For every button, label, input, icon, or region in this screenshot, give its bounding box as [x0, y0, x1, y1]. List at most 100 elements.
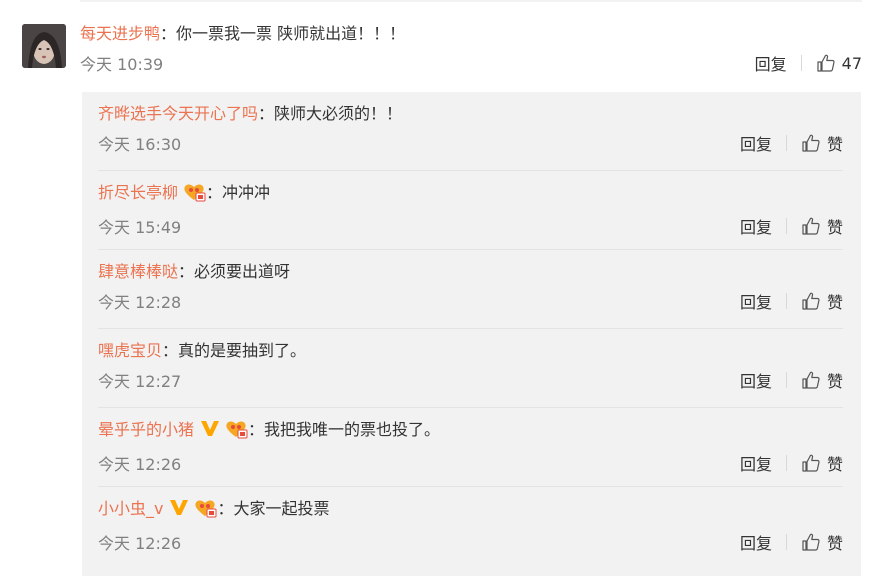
- reply-text: 我把我唯一的票也投了。: [264, 420, 441, 439]
- fan-badge-icon: [224, 419, 248, 448]
- reply-button[interactable]: 回复: [740, 131, 772, 155]
- action-separator: [800, 55, 802, 71]
- like-label: 赞: [826, 534, 843, 553]
- thumbs-up-icon: [802, 454, 820, 472]
- reply-button[interactable]: 回复: [740, 530, 772, 554]
- comment-line: 每天进步鸭：你一票我一票 陕师就出道！！！: [80, 20, 862, 48]
- like-label: 赞: [826, 455, 843, 474]
- action-separator: [785, 218, 787, 234]
- reply-time: 今天 16:30: [98, 135, 182, 154]
- reply-item: 肆意棒棒哒：必须要出道呀 今天 12:28 回复 赞: [98, 258, 843, 316]
- like-label: 赞: [826, 372, 843, 391]
- reply-text: 陕师大必须的！！: [274, 104, 403, 123]
- reply-meta: 今天 12:26 回复 赞: [98, 527, 843, 557]
- reply-meta: 今天 12:27 回复 赞: [98, 365, 843, 395]
- reply-meta: 今天 16:30 回复 赞: [98, 128, 843, 158]
- fan-badge-icon: [193, 498, 217, 527]
- reply-time: 今天 12:26: [98, 455, 182, 474]
- reply-text: 真的是要抽到了。: [178, 341, 307, 360]
- like-label: 赞: [826, 135, 843, 154]
- reply-item: 嘿虎宝贝：真的是要抽到了。 今天 12:27 回复 赞: [98, 337, 843, 395]
- reply-actions: 回复 赞: [740, 289, 843, 313]
- like-button[interactable]: 赞: [801, 131, 843, 155]
- reply-username[interactable]: 嘿虎宝贝: [98, 341, 162, 360]
- like-button[interactable]: 赞: [801, 289, 843, 313]
- colon: ：: [206, 183, 223, 202]
- reply-username[interactable]: 小小虫_v: [98, 499, 163, 518]
- reply-meta: 今天 12:26 回复 赞: [98, 448, 843, 478]
- reply-time: 今天 12:27: [98, 372, 182, 391]
- reply-actions: 回复 赞: [740, 368, 843, 392]
- like-button[interactable]: 赞: [801, 451, 843, 475]
- action-separator: [785, 534, 787, 550]
- reply-text: 大家一起投票: [233, 499, 330, 518]
- reply-item: 小小虫_v ：大家一起投票 今天 12:26 回复 赞: [98, 495, 843, 557]
- reply-item: 齐晔选手今天开心了吗：陕师大必须的！！ 今天 16:30 回复 赞: [98, 100, 843, 158]
- reply-button[interactable]: 回复: [740, 214, 772, 238]
- like-label: 赞: [826, 218, 843, 237]
- reply-actions: 回复 赞: [740, 131, 843, 155]
- reply-actions: 回复 赞: [740, 530, 843, 554]
- colon: ：: [178, 262, 195, 281]
- reply-line: 折尽长亭柳 ：冲冲冲: [98, 179, 843, 211]
- like-label: 赞: [826, 293, 843, 312]
- reply-line: 晕乎乎的小猪 ：我把我唯一的票也投了。: [98, 416, 843, 448]
- vip-v-icon: [169, 497, 189, 525]
- like-count: 47: [841, 53, 862, 73]
- main-comment-time: 今天 10:39: [80, 55, 164, 74]
- colon: ：: [217, 499, 234, 518]
- reply-username[interactable]: 晕乎乎的小猪: [98, 420, 194, 439]
- reply-line: 小小虫_v ：大家一起投票: [98, 495, 843, 527]
- reply-time: 今天 12:28: [98, 293, 182, 312]
- action-separator: [785, 293, 787, 309]
- colon: ：: [248, 420, 265, 439]
- reply-divider: [98, 407, 843, 408]
- reply-item: 折尽长亭柳 ：冲冲冲 今天 15:49 回复 赞: [98, 179, 843, 241]
- colon: ：: [162, 341, 179, 360]
- like-button[interactable]: 47: [816, 53, 862, 73]
- colon: ：: [160, 24, 177, 43]
- thumbs-up-icon: [802, 371, 820, 389]
- reply-line: 齐晔选手今天开心了吗：陕师大必须的！！: [98, 100, 843, 128]
- action-separator: [785, 455, 787, 471]
- thumbs-up-icon: [802, 217, 820, 235]
- reply-button[interactable]: 回复: [755, 51, 787, 75]
- action-separator: [785, 372, 787, 388]
- reply-time: 今天 12:26: [98, 534, 182, 553]
- colon: ：: [258, 104, 275, 123]
- reply-actions: 回复 赞: [740, 214, 843, 238]
- vip-v-icon: [200, 418, 220, 446]
- thumbs-up-icon: [802, 533, 820, 551]
- replies-panel: 齐晔选手今天开心了吗：陕师大必须的！！ 今天 16:30 回复 赞 折尽长亭柳：…: [82, 92, 861, 576]
- like-button[interactable]: 赞: [801, 530, 843, 554]
- reply-item: 晕乎乎的小猪 ：我把我唯一的票也投了。 今天 12:26 回复 赞: [98, 416, 843, 478]
- action-separator: [785, 135, 787, 151]
- reply-username[interactable]: 肆意棒棒哒: [98, 262, 178, 281]
- reply-divider: [98, 249, 843, 250]
- reply-line: 肆意棒棒哒：必须要出道呀: [98, 258, 843, 286]
- reply-username[interactable]: 齐晔选手今天开心了吗: [98, 104, 258, 123]
- avatar[interactable]: [22, 24, 66, 68]
- like-button[interactable]: 赞: [801, 214, 843, 238]
- like-button[interactable]: 赞: [801, 368, 843, 392]
- reply-username[interactable]: 折尽长亭柳: [98, 183, 178, 202]
- reply-meta: 今天 12:28 回复 赞: [98, 286, 843, 316]
- reply-actions: 回复 赞: [740, 451, 843, 475]
- reply-text: 必须要出道呀: [194, 262, 291, 281]
- main-comment-meta: 今天 10:39 回复 47: [80, 48, 862, 78]
- main-comment-username[interactable]: 每天进步鸭: [80, 24, 160, 43]
- main-comment-text: 你一票我一票 陕师就出道！！！: [176, 24, 406, 43]
- main-comment: 每天进步鸭：你一票我一票 陕师就出道！！！ 今天 10:39 回复 47: [80, 20, 862, 78]
- reply-line: 嘿虎宝贝：真的是要抽到了。: [98, 337, 843, 365]
- reply-button[interactable]: 回复: [740, 289, 772, 313]
- reply-divider: [98, 328, 843, 329]
- top-divider: [80, 0, 862, 2]
- reply-button[interactable]: 回复: [740, 368, 772, 392]
- reply-divider: [98, 486, 843, 487]
- reply-text: 冲冲冲: [222, 183, 271, 202]
- avatar-image: [22, 24, 66, 68]
- reply-button[interactable]: 回复: [740, 451, 772, 475]
- reply-meta: 今天 15:49 回复 赞: [98, 211, 843, 241]
- reply-time: 今天 15:49: [98, 218, 182, 237]
- reply-divider: [98, 170, 843, 171]
